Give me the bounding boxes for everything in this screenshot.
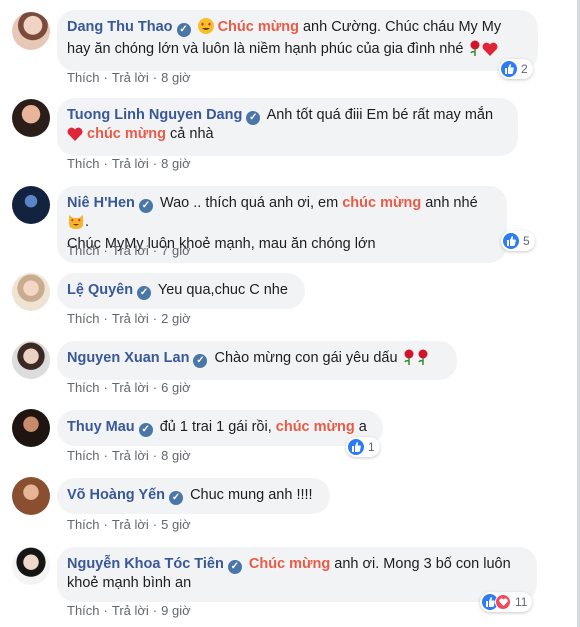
avatar[interactable]	[12, 186, 50, 224]
verified-badge-icon: ✓	[176, 23, 191, 37]
timestamp[interactable]: 8 giờ	[161, 448, 191, 463]
comment-text: Chuc mung anh !!!!	[190, 487, 313, 503]
avatar[interactable]	[12, 12, 50, 50]
reaction-summary[interactable]: 11	[480, 592, 533, 612]
comment-author[interactable]: Lệ Quyên	[67, 282, 133, 298]
comment-bubble: Dang Thu Thao ✓ Chúc mừng anh Cường. Chúc…	[57, 10, 538, 71]
comment-actions: Thích · Trả lời · 6 giờ	[67, 380, 191, 395]
timestamp[interactable]: 8 giờ	[161, 156, 191, 171]
red-heart-icon	[67, 127, 83, 147]
like-link[interactable]: Thích	[67, 517, 100, 532]
reply-link[interactable]: Trả lời	[112, 243, 149, 258]
comment-text: Wao .. thích quá anh ơi, em	[159, 195, 343, 211]
comment-text: Chào mừng con gái yêu dấu	[214, 350, 398, 366]
verified-badge-icon: ✓	[193, 354, 208, 368]
timestamp[interactable]: 6 giờ	[161, 380, 191, 395]
timestamp[interactable]: 5 giờ	[161, 517, 191, 532]
like-link[interactable]: Thích	[67, 380, 100, 395]
reply-link[interactable]: Trả lời	[112, 311, 149, 326]
comment-actions: Thích · Trả lời · 7 giờ	[67, 243, 191, 258]
reply-link[interactable]: Trả lời	[112, 70, 149, 85]
comment-bubble: Thuy Mau ✓ đủ 1 trai 1 gái rồi, chúc mừng…	[57, 410, 383, 446]
verified-badge-icon: ✓	[138, 423, 153, 437]
comment-author[interactable]: Tuong Linh Nguyen Dang	[67, 107, 242, 123]
like-link[interactable]: Thích	[67, 156, 100, 171]
heart-eyes-emoji-icon	[197, 18, 214, 40]
comment-actions: Thích · Trả lời · 9 giờ	[67, 603, 191, 618]
avatar[interactable]	[12, 409, 50, 447]
comment-bubble: Tuong Linh Nguyen Dang ✓ Anh tốt quá điii…	[57, 98, 518, 156]
red-heart-icon	[482, 42, 498, 62]
comment-bubble: Lệ Quyên ✓ Yeu qua,chuc C nhe	[57, 273, 305, 309]
comment-text-end: anh nhé	[421, 195, 478, 211]
avatar[interactable]	[12, 99, 50, 137]
comment-text: đủ 1 trai 1 gái rồi,	[159, 419, 276, 435]
timestamp[interactable]: 9 giờ	[161, 603, 191, 618]
like-link[interactable]: Thích	[67, 243, 100, 258]
reaction-count: 2	[521, 62, 528, 76]
highlight-text: chúc mừng	[342, 195, 422, 211]
comment-author[interactable]: Thuy Mau	[67, 419, 135, 435]
comment-author[interactable]: Dang Thu Thao	[67, 19, 173, 35]
comment-actions: Thích · Trả lời · 8 giờ	[67, 156, 191, 171]
timestamp[interactable]: 8 giờ	[161, 70, 191, 85]
rose-icon	[402, 349, 416, 371]
reply-link[interactable]: Trả lời	[112, 156, 149, 171]
reply-link[interactable]: Trả lời	[112, 517, 149, 532]
comment-text-end: a	[354, 419, 367, 435]
avatar[interactable]	[12, 477, 50, 515]
comment-author[interactable]: Nguyen Xuan Lan	[67, 350, 189, 366]
avatar[interactable]	[12, 273, 50, 311]
like-link[interactable]: Thích	[67, 311, 100, 326]
comment-actions: Thích · Trả lời · 5 giờ	[67, 517, 191, 532]
comment-actions: Thích · Trả lời · 8 giờ	[67, 70, 191, 85]
verified-badge-icon: ✓	[169, 491, 184, 505]
verified-badge-icon: ✓	[227, 560, 242, 574]
highlight-text: Chúc mừng	[248, 556, 331, 572]
comment-text: Anh tốt quá điii Em bé rất may mắn	[266, 107, 494, 123]
like-link[interactable]: Thích	[67, 603, 100, 618]
highlight-text: chúc mừng	[275, 419, 355, 435]
comment-bubble: Nguyễn Khoa Tóc Tiên ✓ Chúc mừng anh ơi. …	[57, 547, 537, 602]
reaction-count: 1	[368, 440, 375, 454]
rose-icon-2	[416, 349, 430, 371]
like-reaction-icon	[501, 61, 517, 77]
reaction-summary[interactable]: 1	[346, 437, 380, 457]
comment-actions: Thích · Trả lời · 2 giờ	[67, 311, 191, 326]
heart-eyes-cat-icon	[67, 213, 85, 235]
verified-badge-icon: ✓	[138, 199, 153, 213]
reaction-count: 11	[515, 595, 528, 609]
reaction-summary[interactable]: 2	[499, 59, 533, 79]
like-link[interactable]: Thích	[67, 70, 100, 85]
like-link[interactable]: Thích	[67, 448, 100, 463]
reaction-count: 5	[523, 234, 530, 248]
timestamp[interactable]: 7 giờ	[161, 243, 191, 258]
reaction-summary[interactable]: 5	[501, 231, 535, 251]
comment-actions: Thích · Trả lời · 8 giờ	[67, 448, 191, 463]
comment-author[interactable]: Nguyễn Khoa Tóc Tiên	[67, 556, 224, 572]
reply-link[interactable]: Trả lời	[112, 380, 149, 395]
verified-badge-icon: ✓	[246, 111, 261, 125]
comment-author[interactable]: Niê H'Hen	[67, 195, 135, 211]
like-reaction-icon	[348, 439, 364, 455]
comment-text: Yeu qua,chuc C nhe	[157, 282, 288, 298]
comment-bubble: Nguyen Xuan Lan ✓ Chào mừng con gái yêu d…	[57, 341, 457, 380]
reply-link[interactable]: Trả lời	[112, 448, 149, 463]
like-reaction-icon	[503, 233, 519, 249]
comment-bubble: Võ Hoàng Yến ✓ Chuc mung anh !!!!	[57, 478, 330, 514]
comment-text-end: cả nhà	[166, 126, 214, 142]
highlight-text: chúc mừng	[87, 126, 167, 142]
verified-badge-icon: ✓	[137, 286, 152, 300]
avatar[interactable]	[12, 341, 50, 379]
reply-link[interactable]: Trả lời	[112, 603, 149, 618]
avatar[interactable]	[12, 547, 50, 585]
love-reaction-icon	[495, 594, 511, 610]
highlight-text: Chúc mừng	[217, 19, 299, 35]
timestamp[interactable]: 2 giờ	[161, 311, 191, 326]
comment-author[interactable]: Võ Hoàng Yến	[67, 487, 165, 503]
rose-icon	[468, 40, 482, 62]
